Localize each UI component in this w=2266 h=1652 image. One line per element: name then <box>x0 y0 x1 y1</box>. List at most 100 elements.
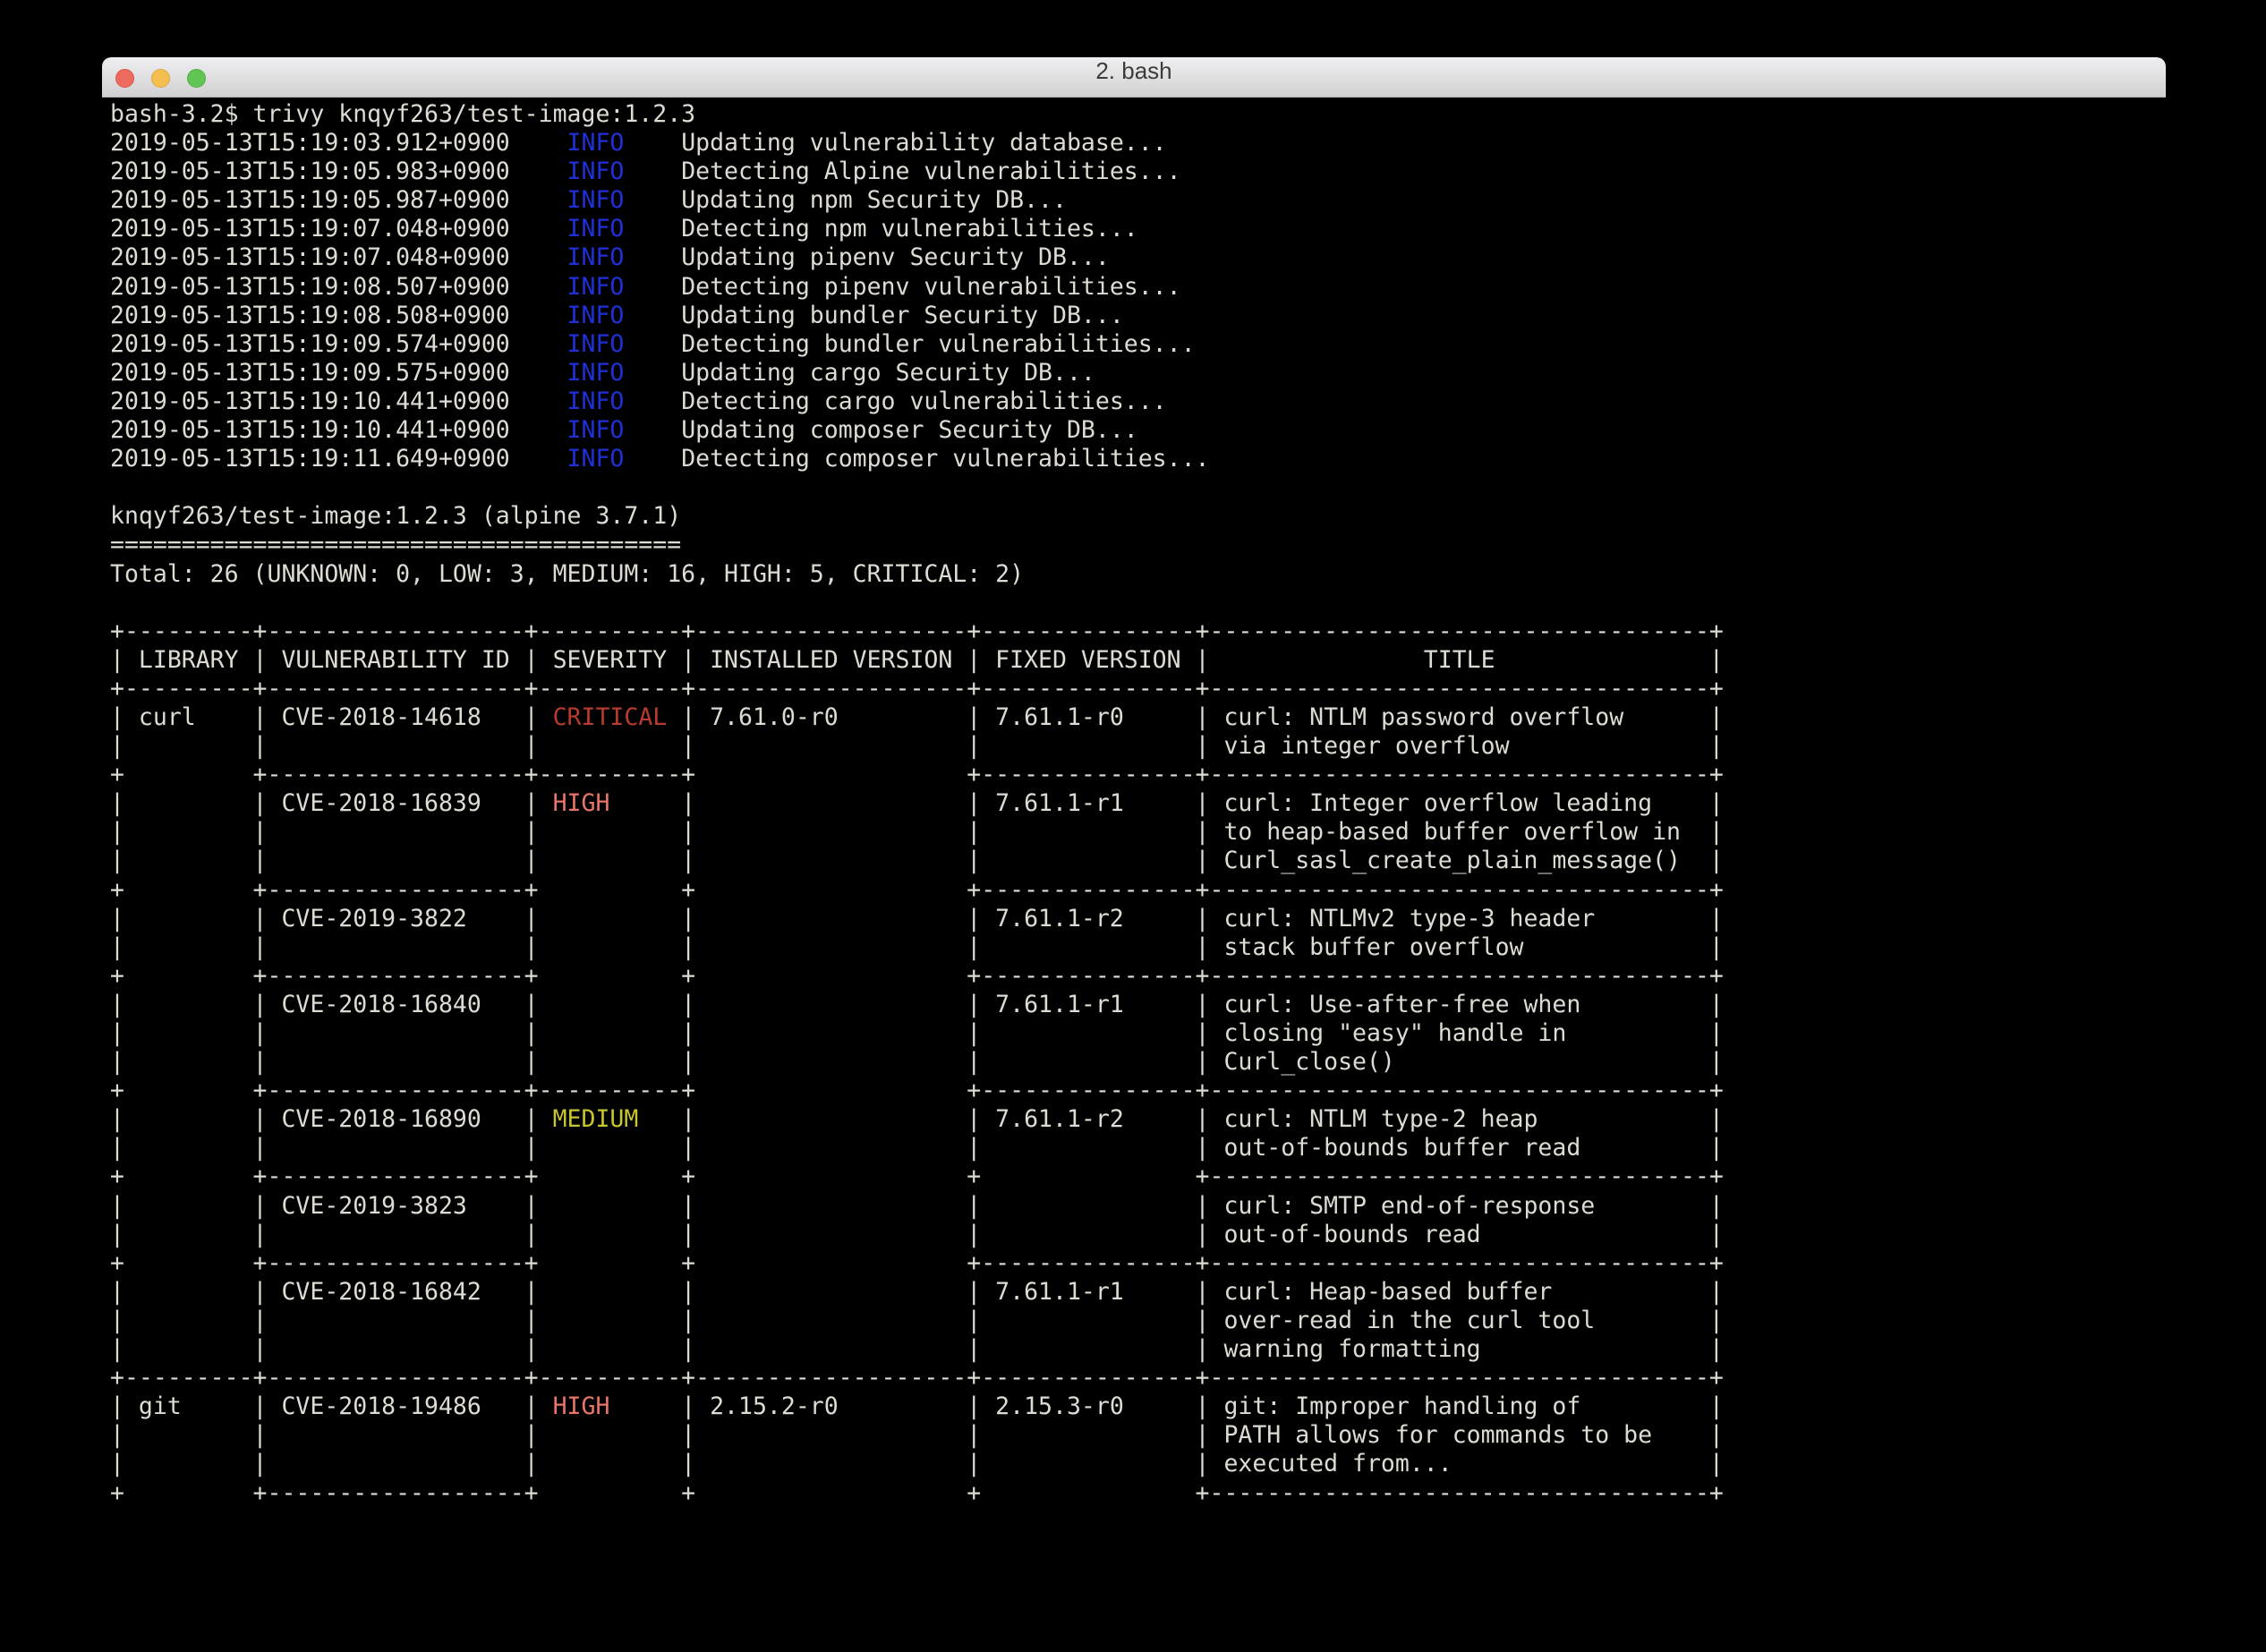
terminal-line: + +------------------+ + + +------------… <box>110 1162 2166 1191</box>
terminal-text: | 7.61.0-r0 | 7.61.1-r0 | curl: NTLM pas… <box>681 703 1724 731</box>
terminal-text: | | | | | | out-of-bounds buffer read | <box>110 1134 1724 1162</box>
terminal-text: Updating vulnerability database... <box>624 129 1166 157</box>
terminal-line: ======================================== <box>110 531 2166 559</box>
terminal-line: knqyf263/test-image:1.2.3 (alpine 3.7.1) <box>110 502 2166 531</box>
terminal-line: + +------------------+ + +--------------… <box>110 876 2166 905</box>
severity-high: HIGH <box>539 1392 682 1420</box>
terminal-text: | | CVE-2018-16842 | | | 7.61.1-r1 | cur… <box>110 1278 1724 1306</box>
terminal-line: | | CVE-2018-16842 | | | 7.61.1-r1 | cur… <box>110 1278 2166 1307</box>
terminal-text: 2019-05-13T15:19:08.507+0900 <box>110 273 567 301</box>
terminal-line: 2019-05-13T15:19:08.508+0900 INFO Updati… <box>110 302 2166 330</box>
terminal-text: ======================================== <box>110 531 681 558</box>
terminal-line: + +------------------+----------+ +-----… <box>110 1077 2166 1105</box>
terminal-text: | | | | | | over-read in the curl tool | <box>110 1307 1724 1334</box>
terminal-text: + +------------------+----------+ +-----… <box>110 761 1724 788</box>
terminal-line: bash-3.2$ trivy knqyf263/test-image:1.2.… <box>110 100 2166 129</box>
terminal-text: + +------------------+ + +--------------… <box>110 876 1724 904</box>
terminal-line: +---------+------------------+----------… <box>110 1364 2166 1392</box>
terminal-line: 2019-05-13T15:19:11.649+0900 INFO Detect… <box>110 445 2166 473</box>
terminal-window: 2. bash bash-3.2$ trivy knqyf263/test-im… <box>102 57 2166 1589</box>
terminal-text: | | CVE-2019-3823 | | | | curl: SMTP end… <box>110 1192 1724 1220</box>
log-level-info: INFO <box>567 243 625 271</box>
log-level-info: INFO <box>567 186 625 214</box>
terminal-line: | | | | | | stack buffer overflow | <box>110 933 2166 962</box>
terminal-line: + +------------------+ + +--------------… <box>110 1249 2166 1278</box>
log-level-info: INFO <box>567 416 625 444</box>
terminal-text: bash-3.2$ trivy knqyf263/test-image:1.2.… <box>110 100 695 128</box>
terminal-text: +---------+------------------+----------… <box>110 617 1724 645</box>
terminal-text: | | | | | | PATH allows for commands to … <box>110 1421 1724 1449</box>
log-level-info: INFO <box>567 215 625 243</box>
terminal-line: | | CVE-2019-3823 | | | | curl: SMTP end… <box>110 1192 2166 1221</box>
terminal-text: | | | | | | out-of-bounds read | <box>110 1221 1724 1248</box>
terminal-line: 2019-05-13T15:19:08.507+0900 INFO Detect… <box>110 273 2166 302</box>
terminal-line: + +------------------+ + + +------------… <box>110 1479 2166 1508</box>
terminal-text <box>110 589 124 617</box>
terminal-line: | | | | | | via integer overflow | <box>110 732 2166 761</box>
terminal-text: knqyf263/test-image:1.2.3 (alpine 3.7.1) <box>110 502 681 530</box>
terminal-line: | | CVE-2018-16890 | MEDIUM | | 7.61.1-r… <box>110 1105 2166 1134</box>
terminal-text: 2019-05-13T15:19:11.649+0900 <box>110 445 567 473</box>
terminal-line: 2019-05-13T15:19:09.575+0900 INFO Updati… <box>110 359 2166 387</box>
terminal-text: | 2.15.2-r0 | 2.15.3-r0 | git: Improper … <box>681 1392 1724 1420</box>
terminal-text: | | | | | | via integer overflow | <box>110 732 1724 760</box>
terminal-line <box>110 473 2166 502</box>
terminal-line: | | | | | | closing "easy" handle in | <box>110 1019 2166 1048</box>
terminal-text: | curl | CVE-2018-14618 | <box>110 703 539 731</box>
log-level-info: INFO <box>567 129 625 157</box>
terminal-text: | | | | | | warning formatting | <box>110 1335 1724 1363</box>
terminal-text: 2019-05-13T15:19:08.508+0900 <box>110 302 567 329</box>
terminal-line: | LIBRARY | VULNERABILITY ID | SEVERITY … <box>110 646 2166 675</box>
terminal-text: | | | | | | closing "easy" handle in | <box>110 1019 1724 1047</box>
terminal-line: | | CVE-2018-16839 | HIGH | | 7.61.1-r1 … <box>110 789 2166 818</box>
severity-medium: MEDIUM <box>539 1105 682 1133</box>
terminal-text: + +------------------+ + + +------------… <box>110 1479 1724 1507</box>
terminal-line: | git | CVE-2018-19486 | HIGH | 2.15.2-r… <box>110 1392 2166 1421</box>
terminal-line: | | | | | | over-read in the curl tool | <box>110 1307 2166 1335</box>
terminal-text: | | 7.61.1-r1 | curl: Integer overflow l… <box>681 789 1724 817</box>
terminal-line: | | | | | | Curl_close() | <box>110 1048 2166 1077</box>
severity-critical: CRITICAL <box>539 703 682 731</box>
terminal-text <box>110 473 124 501</box>
terminal-text: | | | | | | Curl_sasl_create_plain_messa… <box>110 847 1724 874</box>
terminal-text: | | | | | | executed from... | <box>110 1450 1724 1477</box>
terminal-text: Updating cargo Security DB... <box>624 359 1095 387</box>
terminal-line: +---------+------------------+----------… <box>110 675 2166 703</box>
terminal-text: | | CVE-2019-3822 | | | 7.61.1-r2 | curl… <box>110 905 1724 932</box>
terminal-text: | | | | | | to heap-based buffer overflo… <box>110 818 1724 846</box>
terminal-text: +---------+------------------+----------… <box>110 1364 1724 1392</box>
terminal-text: 2019-05-13T15:19:03.912+0900 <box>110 129 567 157</box>
terminal-text: | LIBRARY | VULNERABILITY ID | SEVERITY … <box>110 646 1724 674</box>
terminal-line: 2019-05-13T15:19:10.441+0900 INFO Detect… <box>110 387 2166 416</box>
terminal-text: 2019-05-13T15:19:07.048+0900 <box>110 215 567 243</box>
log-level-info: INFO <box>567 302 625 329</box>
desktop: { "window": { "title": "2. bash", "traff… <box>0 0 2266 1652</box>
log-level-info: INFO <box>567 330 625 358</box>
terminal-line: Total: 26 (UNKNOWN: 0, LOW: 3, MEDIUM: 1… <box>110 560 2166 589</box>
terminal-text: + +------------------+ + +--------------… <box>110 962 1724 990</box>
terminal-text: 2019-05-13T15:19:05.987+0900 <box>110 186 567 214</box>
terminal-line: | | | | | | out-of-bounds buffer read | <box>110 1134 2166 1162</box>
terminal-line: | | | | | | Curl_sasl_create_plain_messa… <box>110 847 2166 875</box>
window-titlebar[interactable]: 2. bash <box>102 57 2166 98</box>
log-level-info: INFO <box>567 158 625 185</box>
terminal-line: 2019-05-13T15:19:05.987+0900 INFO Updati… <box>110 186 2166 215</box>
terminal-line: 2019-05-13T15:19:07.048+0900 INFO Detect… <box>110 215 2166 243</box>
terminal-line: + +------------------+ + +--------------… <box>110 962 2166 991</box>
terminal-text: | | 7.61.1-r2 | curl: NTLM type-2 heap | <box>681 1105 1724 1133</box>
terminal-line: 2019-05-13T15:19:03.912+0900 INFO Updati… <box>110 129 2166 158</box>
terminal-text: 2019-05-13T15:19:10.441+0900 <box>110 416 567 444</box>
terminal-line: + +------------------+----------+ +-----… <box>110 761 2166 789</box>
log-level-info: INFO <box>567 387 625 415</box>
terminal-text: Detecting npm vulnerabilities... <box>624 215 1137 243</box>
terminal-line: 2019-05-13T15:19:07.048+0900 INFO Updati… <box>110 243 2166 272</box>
terminal-text: Updating pipenv Security DB... <box>624 243 1109 271</box>
terminal-screen[interactable]: bash-3.2$ trivy knqyf263/test-image:1.2.… <box>110 100 2166 1589</box>
terminal-text: + +------------------+ + +--------------… <box>110 1249 1724 1277</box>
terminal-text: | | | | | | Curl_close() | <box>110 1048 1724 1076</box>
terminal-text: | | | | | | stack buffer overflow | <box>110 933 1724 961</box>
terminal-text: Detecting Alpine vulnerabilities... <box>624 158 1180 185</box>
terminal-text: +---------+------------------+----------… <box>110 675 1724 703</box>
terminal-text: 2019-05-13T15:19:07.048+0900 <box>110 243 567 271</box>
terminal-line: | | | | | | PATH allows for commands to … <box>110 1421 2166 1450</box>
